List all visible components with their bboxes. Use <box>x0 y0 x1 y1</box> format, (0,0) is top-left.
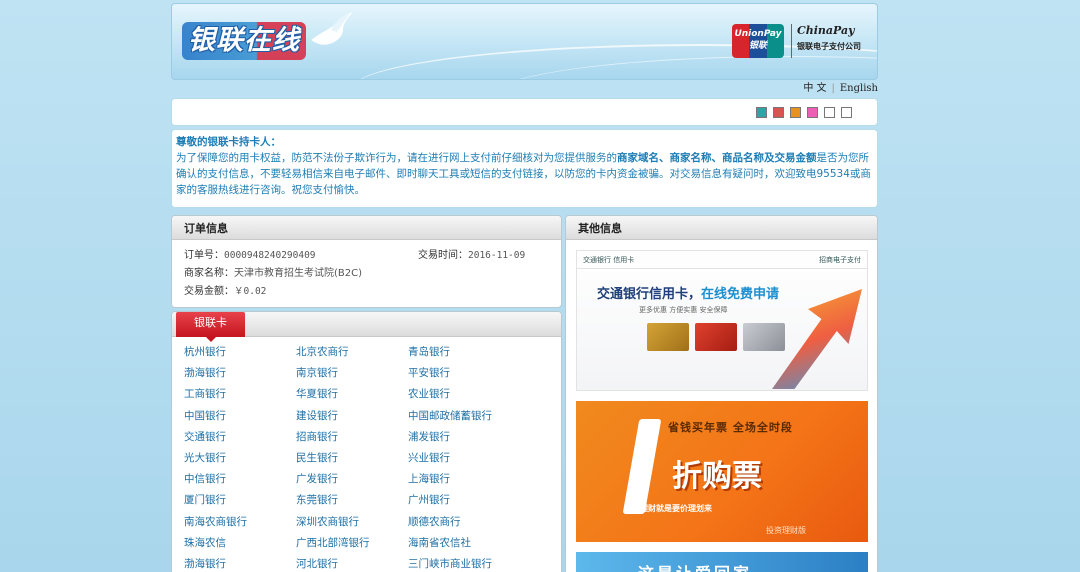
bank-link[interactable]: 海南省农信社 <box>408 533 548 554</box>
promo-ad[interactable]: 这是让爱回家 <box>576 552 868 572</box>
dove-icon <box>311 12 353 45</box>
lang-chinese-link[interactable]: 中 文 <box>803 83 826 94</box>
bank-link[interactable]: 广西北部湾银行 <box>296 533 408 554</box>
bank-link[interactable]: 交通银行 <box>184 427 296 448</box>
unionpay-online-logo: 银联在线 <box>182 22 306 60</box>
bank-link[interactable]: 民生银行 <box>296 448 408 469</box>
transaction-amount: ￥0.02 <box>234 286 267 297</box>
other-info-title: 其他信息 <box>566 216 877 240</box>
skin-swatch-gray[interactable] <box>841 106 852 118</box>
bank-link[interactable]: 河北银行 <box>296 554 408 572</box>
bank-link[interactable]: 华夏银行 <box>296 384 408 405</box>
merchant-row: 商家名称： 天津市教育招生考试院(B2C) <box>184 265 549 283</box>
bank-link[interactable]: 光大银行 <box>184 448 296 469</box>
bank-link[interactable]: 渤海银行 <box>184 363 296 384</box>
ticket-discount-ad[interactable]: 省钱买年票 全场全时段 折购票 理财就是要价理划来 投资理财版 <box>576 401 868 542</box>
transaction-time: 2016-11-09 <box>468 250 526 261</box>
order-info-title: 订单信息 <box>172 216 561 240</box>
bank-link[interactable]: 兴业银行 <box>408 448 548 469</box>
tab-unionpay-card[interactable]: 银联卡 <box>176 312 245 342</box>
bank-link[interactable]: 平安银行 <box>408 363 548 384</box>
bank-link[interactable]: 广州银行 <box>408 490 548 511</box>
order-number: 0000948240290409 <box>224 250 316 261</box>
merchant-name: 天津市教育招生考试院(B2C) <box>234 268 363 279</box>
bank-link[interactable]: 顺德农商行 <box>408 512 548 533</box>
bank-link[interactable]: 中国邮政储蓄银行 <box>408 406 548 427</box>
skin-swatch-white[interactable] <box>824 106 835 118</box>
bank-link[interactable]: 深圳农商银行 <box>296 512 408 533</box>
chinapay-logo: ChinaPay 银联电子支付公司 <box>791 24 869 58</box>
amount-row: 交易金额： ￥0.02 <box>184 283 549 301</box>
bank-link[interactable]: 东莞银行 <box>296 490 408 511</box>
page: 银联在线 UnionPay 银联 ChinaPay 银联电子支付公司 中 文 | E… <box>171 3 878 572</box>
language-switcher: 中 文 | English <box>803 83 878 94</box>
skin-swatch-pink[interactable] <box>807 106 818 118</box>
bank-link[interactable]: 厦门银行 <box>184 490 296 511</box>
bank-link[interactable]: 北京农商行 <box>296 342 408 363</box>
notice-body: 为了保障您的用卡权益，防范不法份子欺诈行为，请在进行网上支付前仔细核对为您提供服… <box>176 152 871 196</box>
bank-link[interactable]: 杭州银行 <box>184 342 296 363</box>
bank-link[interactable]: 上海银行 <box>408 469 548 490</box>
security-notice: 尊敬的银联卡持卡人： 为了保障您的用卡权益，防范不法份子欺诈行为，请在进行网上支… <box>171 129 878 208</box>
order-info-panel: 订单信息 订单号： 0000948240290409 交易时间：2016-11-0… <box>171 215 562 308</box>
unionpay-logo: UnionPay 银联 <box>732 24 784 58</box>
transaction-time-row: 交易时间：2016-11-09 <box>418 250 526 261</box>
skin-swatch-orange[interactable] <box>790 106 801 118</box>
bank-link[interactable]: 青岛银行 <box>408 342 548 363</box>
bank-link[interactable]: 南海农商银行 <box>184 512 296 533</box>
notice-highlight: 商家域名、商家名称、商品名称及交易金额 <box>617 152 817 164</box>
bank-link[interactable]: 工商银行 <box>184 384 296 405</box>
bocom-credit-card-ad[interactable]: 交通银行 信用卡 招商电子支付 交通银行信用卡，在线免费申请 更多优惠 方便实惠 … <box>576 250 868 391</box>
bank-link[interactable]: 中信银行 <box>184 469 296 490</box>
bank-link[interactable]: 建设银行 <box>296 406 408 427</box>
bank-select-panel: 银联卡 杭州银行 北京农商行 青岛银行 渤海银行 南京银行 平安银行 工商银行 华夏银行 农业银… <box>171 311 562 572</box>
notice-title: 尊敬的银联卡持卡人： <box>176 136 281 148</box>
bank-list: 杭州银行 北京农商行 青岛银行 渤海银行 南京银行 平安银行 工商银行 华夏银行 农业银行 中国银… <box>172 337 561 572</box>
skin-color-bar <box>171 98 878 126</box>
bank-link[interactable]: 渤海银行 <box>184 554 296 572</box>
skin-swatch-teal[interactable] <box>756 106 767 118</box>
bank-link[interactable]: 珠海农信 <box>184 533 296 554</box>
header-banner: 银联在线 UnionPay 银联 ChinaPay 银联电子支付公司 <box>171 3 878 80</box>
lang-english-link[interactable]: English <box>840 83 878 94</box>
bank-link[interactable]: 三门峡市商业银行 <box>408 554 548 572</box>
bank-link[interactable]: 浦发银行 <box>408 427 548 448</box>
bank-link[interactable]: 广发银行 <box>296 469 408 490</box>
bank-link[interactable]: 中国银行 <box>184 406 296 427</box>
bank-link[interactable]: 南京银行 <box>296 363 408 384</box>
bank-link[interactable]: 农业银行 <box>408 384 548 405</box>
bank-link[interactable]: 招商银行 <box>296 427 408 448</box>
skin-swatch-red[interactable] <box>773 106 784 118</box>
other-info-panel: 其他信息 交通银行 信用卡 招商电子支付 交通银行信用卡，在线免费申请 更多优惠 … <box>565 215 878 572</box>
